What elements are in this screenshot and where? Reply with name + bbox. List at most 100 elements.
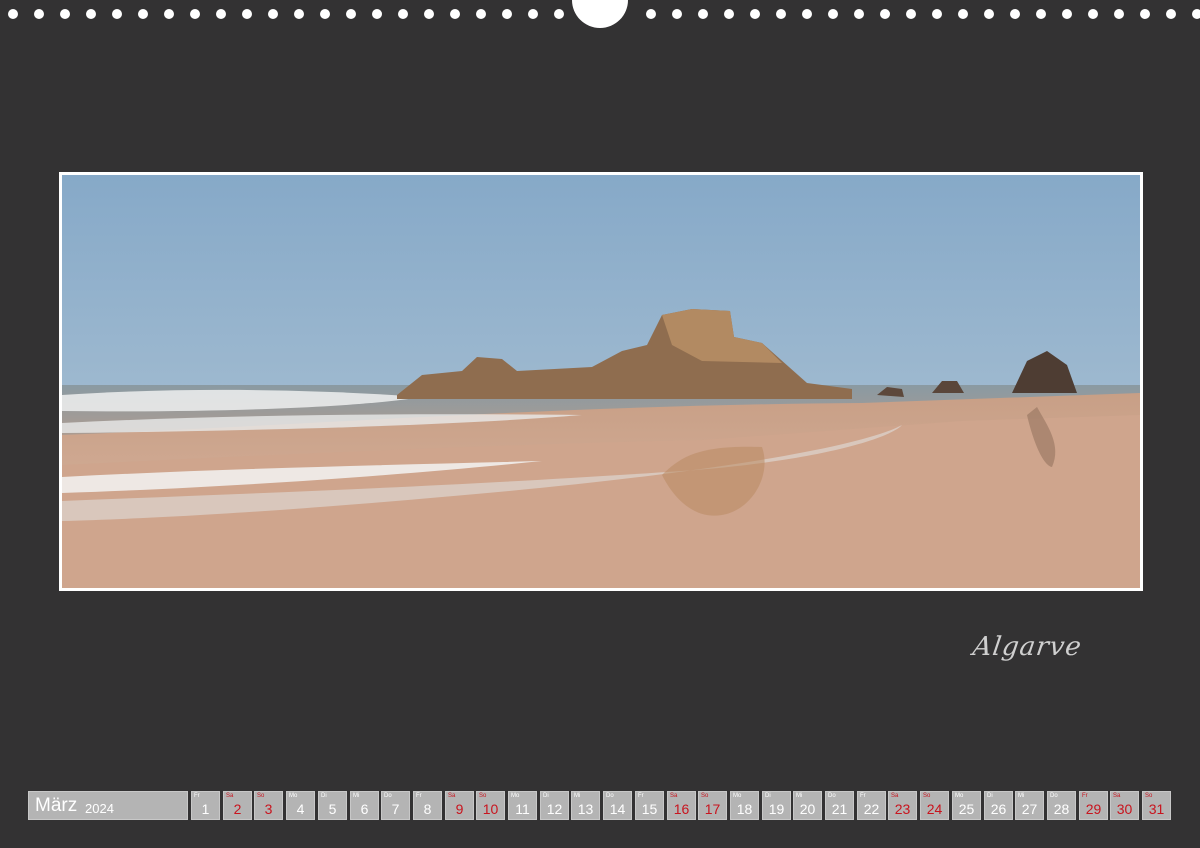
calendar-day-cell: Mo 4 [286, 791, 315, 820]
weekday-abbrev: Do [1050, 793, 1058, 799]
day-number: 27 [1021, 801, 1038, 817]
weekday-abbrev: So [923, 793, 931, 799]
binding-hole [698, 9, 708, 19]
weekday-abbrev: Fr [194, 793, 200, 799]
day-number: 16 [673, 801, 690, 817]
weekday-abbrev: Do [828, 793, 836, 799]
day-number: 9 [455, 801, 464, 817]
calendar-day-cell: Mi 6 [350, 791, 379, 820]
calendar-day-cell: Fr 22 [857, 791, 886, 820]
weekday-abbrev: Sa [226, 793, 234, 799]
day-number: 29 [1085, 801, 1102, 817]
day-number: 30 [1116, 801, 1133, 817]
weekday-abbrev: Di [765, 793, 771, 799]
day-number: 23 [894, 801, 911, 817]
weekday-abbrev: Fr [416, 793, 422, 799]
calendar-day-cell: Fr 29 [1079, 791, 1108, 820]
binding-hole [320, 9, 330, 19]
calendar-day-cell: Sa 9 [445, 791, 474, 820]
calendar-day-cell: So 31 [1142, 791, 1171, 820]
binding-hole [1062, 9, 1072, 19]
day-number: 7 [391, 801, 400, 817]
weekday-abbrev: Di [321, 793, 327, 799]
beach-photo [62, 175, 1140, 588]
binding-hole [932, 9, 942, 19]
binding-hole [138, 9, 148, 19]
day-number: 25 [958, 801, 975, 817]
day-number: 4 [296, 801, 305, 817]
weekday-abbrev: Mi [1018, 793, 1025, 799]
calendar-day-cell: Do 21 [825, 791, 854, 820]
day-number: 18 [736, 801, 753, 817]
day-number: 21 [831, 801, 848, 817]
day-number: 24 [926, 801, 943, 817]
calendar-day-cell: So 17 [698, 791, 727, 820]
binding-hole [724, 9, 734, 19]
calendar-day-cell: So 10 [476, 791, 505, 820]
month-name: März [35, 795, 78, 816]
binding-hole [1140, 9, 1150, 19]
binding-hole [528, 9, 538, 19]
weekday-abbrev: Mi [353, 793, 360, 799]
day-number: 2 [233, 801, 242, 817]
weekday-abbrev: Mo [733, 793, 742, 799]
weekday-abbrev: Mo [289, 793, 298, 799]
weekday-abbrev: So [701, 793, 709, 799]
day-number: 31 [1148, 801, 1165, 817]
weekday-abbrev: Sa [670, 793, 678, 799]
day-number: 3 [264, 801, 273, 817]
calendar-day-cell: Di 19 [762, 791, 791, 820]
binding-hole [1114, 9, 1124, 19]
binding-hole [372, 9, 382, 19]
binding-hole [164, 9, 174, 19]
weekday-abbrev: Fr [860, 793, 866, 799]
calendar-day-cell: Mo 11 [508, 791, 537, 820]
day-number: 5 [328, 801, 337, 817]
calendar-day-cell: Sa 30 [1110, 791, 1139, 820]
binding-hole [60, 9, 70, 19]
day-number: 20 [799, 801, 816, 817]
weekday-abbrev: So [257, 793, 265, 799]
day-number: 15 [641, 801, 658, 817]
binding-hole [424, 9, 434, 19]
weekday-abbrev: Do [606, 793, 614, 799]
calendar-day-cell: Di 26 [984, 791, 1013, 820]
binding-hole [880, 9, 890, 19]
day-number: 6 [360, 801, 369, 817]
binding-hole [450, 9, 460, 19]
calendar-day-cell: Sa 16 [667, 791, 696, 820]
calendar-day-cell: Do 7 [381, 791, 410, 820]
weekday-abbrev: Di [987, 793, 993, 799]
binding-hole [112, 9, 122, 19]
calendar-day-cell: Mi 20 [793, 791, 822, 820]
binding-hole [34, 9, 44, 19]
binding-hole [854, 9, 864, 19]
calendar-hanger-notch [572, 0, 628, 28]
binding-hole [268, 9, 278, 19]
weekday-abbrev: Sa [891, 793, 899, 799]
day-number: 28 [1053, 801, 1070, 817]
binding-hole [828, 9, 838, 19]
binding-hole [294, 9, 304, 19]
calendar-day-cell: Sa 2 [223, 791, 252, 820]
weekday-abbrev: Mi [796, 793, 803, 799]
calendar-day-cell: Mo 18 [730, 791, 759, 820]
calendar-day-cell: Mi 27 [1015, 791, 1044, 820]
calendar-day-cell: Mi 13 [571, 791, 600, 820]
day-number: 19 [768, 801, 785, 817]
weekday-abbrev: So [1145, 793, 1153, 799]
binding-hole [242, 9, 252, 19]
day-number: 22 [863, 801, 880, 817]
calendar-day-cell: Fr 15 [635, 791, 664, 820]
weekday-abbrev: So [479, 793, 487, 799]
binding-hole [554, 9, 564, 19]
binding-hole [958, 9, 968, 19]
calendar-day-cell: Sa 23 [888, 791, 917, 820]
day-number: 11 [515, 801, 530, 817]
binding-hole [1192, 9, 1200, 19]
spiral-binding [0, 0, 1200, 30]
day-number: 14 [609, 801, 626, 817]
weekday-abbrev: Sa [448, 793, 456, 799]
binding-hole [750, 9, 760, 19]
binding-hole [672, 9, 682, 19]
